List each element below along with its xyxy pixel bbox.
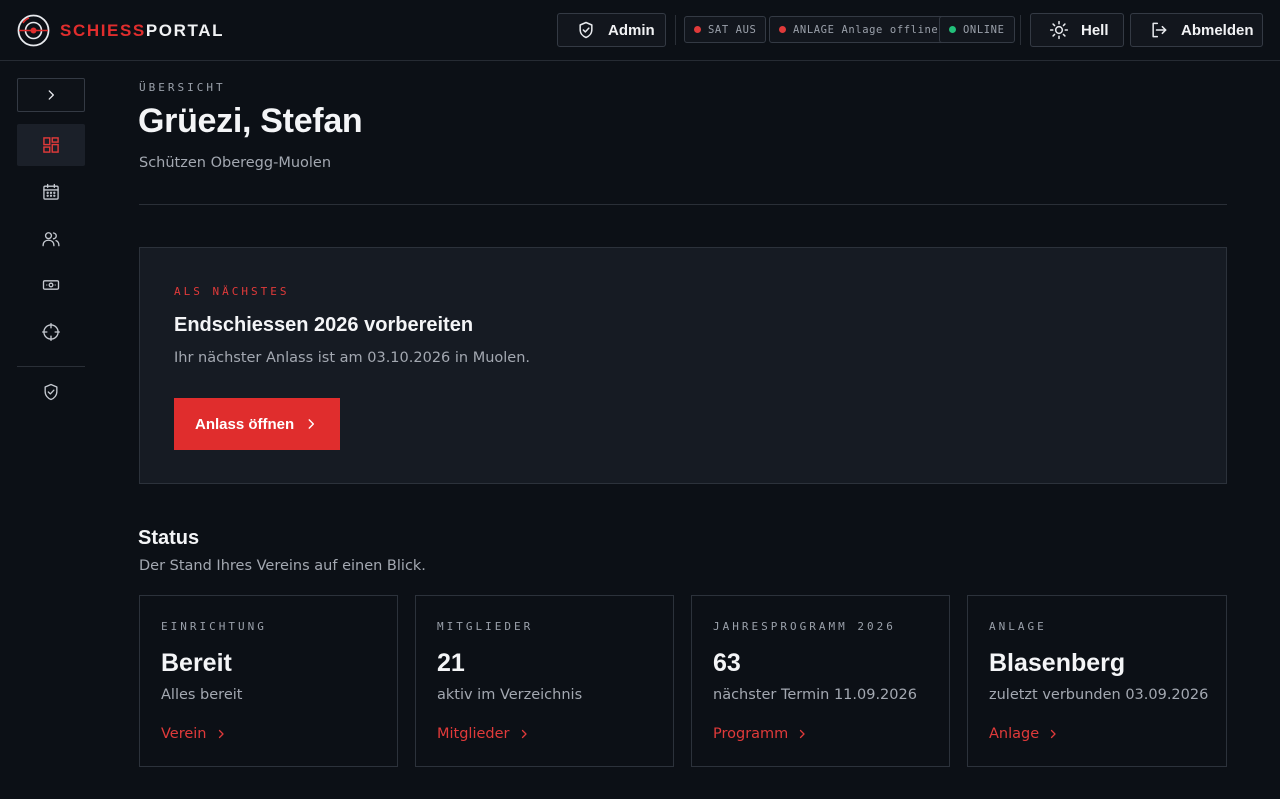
header-divider	[1020, 15, 1021, 45]
stat-value: 21	[437, 649, 465, 677]
status-badge-online: ONLINE	[939, 16, 1015, 43]
next-event-title: Endschiessen 2026 vorbereiten	[174, 314, 474, 336]
status-card-setup: EINRICHTUNG Bereit Alles bereit Verein	[139, 595, 398, 767]
next-event-description: Ihr nächster Anlass ist am 03.10.2026 in…	[174, 350, 531, 366]
stat-link-programm[interactable]: Programm	[713, 726, 808, 742]
sidebar-collapse-button[interactable]	[17, 78, 85, 112]
logout-icon	[1152, 22, 1167, 38]
status-dot-red	[694, 26, 701, 33]
logout-button[interactable]: Abmelden	[1130, 13, 1263, 47]
chevron-right-icon	[218, 729, 224, 739]
crosshair-icon	[42, 323, 60, 341]
header-divider	[675, 15, 676, 45]
dashboard-icon	[43, 137, 59, 153]
sidebar-item-dashboard[interactable]	[17, 124, 85, 166]
status-text: ANLAGE Anlage offline	[793, 23, 939, 36]
stat-value: 63	[713, 649, 741, 677]
stat-link-anlage[interactable]: Anlage	[989, 726, 1059, 742]
theme-toggle-button[interactable]: Hell	[1030, 13, 1124, 47]
stat-label: ANLAGE	[989, 620, 1047, 633]
brand-name-part2: PORTAL	[145, 20, 225, 40]
status-card-members: MITGLIEDER 21 aktiv im Verzeichnis Mitgl…	[415, 595, 674, 767]
chevron-right-icon	[1051, 729, 1056, 739]
divider	[139, 204, 1227, 205]
stat-link-label: Programm	[713, 726, 789, 742]
status-dot-green	[949, 26, 956, 33]
status-text: SAT AUS	[708, 23, 757, 36]
stat-label: MITGLIEDER	[437, 620, 534, 633]
club-name: Schützen Oberegg-Muolen	[139, 155, 332, 171]
stat-label: JAHRESPROGRAMM 2026	[713, 620, 896, 633]
sidebar-item-range[interactable]	[17, 311, 85, 353]
users-icon	[42, 232, 60, 247]
status-section-subtitle: Der Stand Ihres Vereins auf einen Blick.	[139, 558, 426, 574]
sidebar-item-admin[interactable]	[17, 371, 85, 413]
top-bar: SCHIESSPORTAL Admin SAT AUS ANLAGE Anlag…	[0, 0, 1280, 61]
sidebar-item-calendar[interactable]	[17, 171, 85, 213]
brand[interactable]: SCHIESSPORTAL	[17, 14, 224, 47]
stat-label: EINRICHTUNG	[161, 620, 267, 633]
admin-button[interactable]: Admin	[557, 13, 666, 47]
status-badge-sat: SAT AUS	[684, 16, 767, 43]
shield-check-icon	[579, 21, 593, 39]
stat-link-label: Verein	[161, 726, 207, 742]
stat-link-verein[interactable]: Verein	[161, 726, 227, 742]
stat-description: aktiv im Verzeichnis	[437, 687, 583, 703]
stat-description: nächster Termin 11.09.2026	[713, 687, 917, 703]
stat-value: Bereit	[161, 649, 232, 677]
stat-link-label: Anlage	[989, 726, 1040, 742]
status-card-facility: ANLAGE Blasenberg zuletzt verbunden 03.0…	[967, 595, 1227, 767]
target-logo-icon	[17, 14, 50, 47]
chevron-right-icon	[48, 90, 54, 100]
stat-link-label: Mitglieder	[437, 726, 510, 742]
brand-name-part1: SCHIESS	[60, 20, 146, 40]
money-icon	[42, 280, 60, 290]
stat-value: Blasenberg	[989, 649, 1126, 677]
page-title: Grüezi, Stefan	[138, 102, 363, 140]
stat-description: zuletzt verbunden 03.09.2026	[989, 687, 1209, 703]
sidebar-divider	[17, 366, 85, 367]
status-badge-anlage: ANLAGE Anlage offline	[769, 16, 949, 43]
status-text: ONLINE	[963, 23, 1005, 36]
sidebar-item-members[interactable]	[17, 218, 85, 260]
open-event-label: Anlass öffnen	[195, 415, 295, 433]
stat-description: Alles bereit	[161, 687, 243, 703]
stat-link-mitglieder[interactable]: Mitglieder	[437, 726, 530, 742]
admin-label: Admin	[608, 21, 655, 39]
chevron-right-icon	[521, 729, 527, 739]
calendar-icon	[43, 183, 59, 200]
sun-icon	[1049, 20, 1069, 40]
status-dot-red	[779, 26, 786, 33]
next-event-eyebrow: ALS NÄCHSTES	[174, 285, 290, 298]
page-eyebrow: ÜBERSICHT	[139, 81, 226, 94]
theme-label: Hell	[1081, 21, 1109, 39]
chevron-right-icon	[308, 419, 315, 429]
open-event-button[interactable]: Anlass öffnen	[174, 398, 340, 450]
sidebar-item-finances[interactable]	[17, 264, 85, 306]
status-card-program: JAHRESPROGRAMM 2026 63 nächster Termin 1…	[691, 595, 950, 767]
shield-check-icon	[44, 383, 58, 401]
chevron-right-icon	[800, 729, 805, 739]
status-section-title: Status	[138, 527, 200, 549]
next-event-card: ALS NÄCHSTES Endschiessen 2026 vorbereit…	[139, 247, 1227, 484]
sidebar	[0, 61, 101, 799]
logout-label: Abmelden	[1181, 21, 1254, 39]
